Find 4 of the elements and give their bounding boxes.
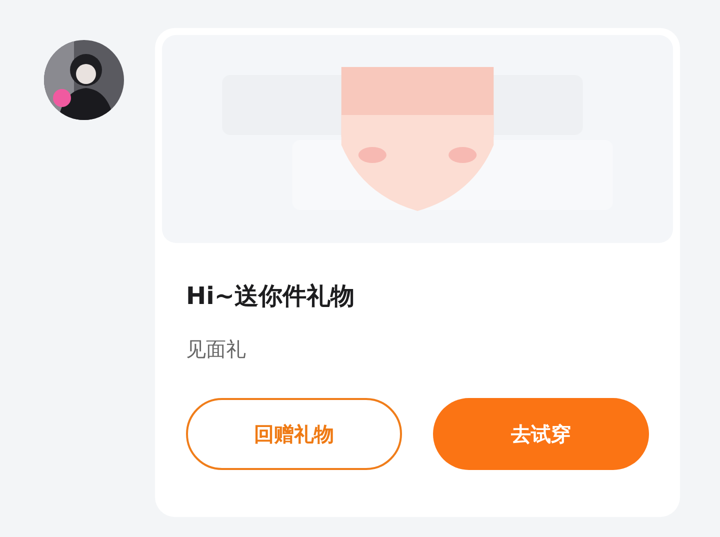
return-gift-button[interactable]: 回赠礼物 [186, 398, 402, 470]
message-subtitle: 见面礼 [186, 336, 247, 363]
message-title: Hi~送你件礼物 [186, 281, 356, 312]
try-on-button[interactable]: 去试穿 [433, 398, 649, 470]
